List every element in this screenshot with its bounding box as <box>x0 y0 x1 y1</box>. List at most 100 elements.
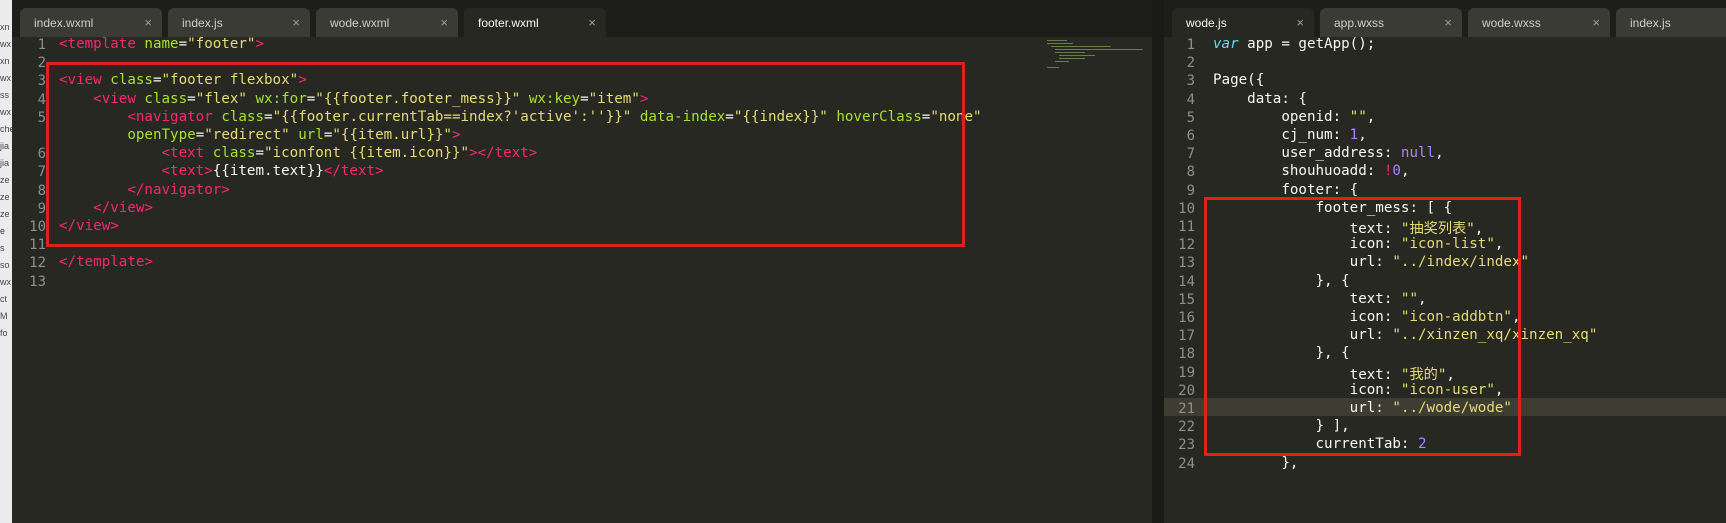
left-editor-pane[interactable]: index.wxml × index.js × wode.wxml × footer.wxm… <box>12 0 1152 523</box>
code-token: user_address: <box>1213 145 1401 162</box>
highlight-box-footer-mess <box>1204 197 1521 456</box>
tab-label: index.wxml <box>34 16 94 30</box>
code-line[interactable]: Page({ <box>1213 72 1264 88</box>
line-number: 4 <box>1186 91 1195 108</box>
code-token: null <box>1400 145 1436 162</box>
code-line[interactable]: }, <box>1213 455 1298 471</box>
line-number: 9 <box>1186 182 1195 199</box>
code-token: name <box>144 36 179 52</box>
code-line[interactable]: var app = getApp(); <box>1213 36 1375 52</box>
line-number: 3 <box>1186 73 1195 90</box>
code-token: </template> <box>59 254 153 271</box>
sidebar-file-fragment[interactable]: ze <box>0 209 10 219</box>
tab-footer-wxml[interactable]: footer.wxml × <box>464 8 606 37</box>
sidebar-file-fragment[interactable]: so <box>0 260 10 270</box>
code-line[interactable]: cj_num: 1, <box>1213 127 1366 143</box>
line-number: 6 <box>1186 128 1195 144</box>
sidebar-file-fragment[interactable]: e <box>0 226 5 236</box>
code-token: var <box>1213 36 1248 52</box>
sidebar-file-fragment[interactable]: jia <box>0 141 9 151</box>
tab-index-js[interactable]: index.js× <box>1616 8 1726 37</box>
line-number: 1 <box>37 37 46 53</box>
line-number: 5 <box>1186 109 1195 126</box>
code-token: openid: <box>1213 108 1350 125</box>
sidebar-file-fragment[interactable]: che <box>0 124 12 134</box>
tab-index-js[interactable]: index.js× <box>168 8 310 37</box>
close-icon[interactable]: × <box>1296 15 1304 30</box>
code-token: footer: { <box>1213 181 1359 198</box>
sidebar-file-fragment[interactable]: s <box>0 243 5 253</box>
sidebar-file-fragment[interactable]: M <box>0 311 8 321</box>
line-number: 13 <box>1178 255 1195 272</box>
code-token: }, <box>1213 454 1299 471</box>
project-sidebar[interactable]: xn wx xn wx ss wx che jia jia ze ze ze es so wx ct Mfo <box>0 0 12 523</box>
close-icon[interactable]: × <box>1444 15 1452 30</box>
sidebar-file-fragment[interactable]: ze <box>0 175 10 185</box>
sidebar-file-fragment[interactable]: wx <box>0 39 11 49</box>
line-number: 8 <box>1186 164 1195 181</box>
line-number: 11 <box>1178 219 1195 235</box>
code-token: cj_num: <box>1213 127 1350 143</box>
sidebar-file-fragment[interactable]: ze <box>0 192 10 202</box>
close-icon[interactable]: × <box>144 15 152 30</box>
line-number: 10 <box>1178 200 1195 217</box>
line-number: 10 <box>29 219 46 235</box>
line-number: 22 <box>1178 419 1195 436</box>
line-number: 23 <box>1178 437 1195 454</box>
line-number: 9 <box>37 200 46 217</box>
code-token: = <box>178 36 188 52</box>
code-line[interactable]: user_address: null, <box>1213 145 1444 162</box>
code-token: , <box>1435 145 1444 162</box>
line-number: 12 <box>29 255 46 272</box>
highlight-box-view-block <box>46 62 965 247</box>
tab-wode-js[interactable]: wode.js × <box>1172 8 1314 37</box>
sidebar-file-fragment[interactable]: jia <box>0 158 9 168</box>
close-icon[interactable]: × <box>440 15 448 30</box>
tab-label: app.wxss <box>1334 16 1385 30</box>
tab-label: footer.wxml <box>478 16 539 30</box>
sidebar-file-fragment[interactable]: ct <box>0 294 7 304</box>
line-number: 2 <box>1186 55 1195 72</box>
tab-label: index.js <box>1630 16 1671 30</box>
line-number: 11 <box>29 237 46 254</box>
close-icon[interactable]: × <box>588 15 596 30</box>
tab-wode-wxml[interactable]: wode.wxml × <box>316 8 458 37</box>
tab-app-wxss[interactable]: app.wxss × <box>1320 8 1462 37</box>
sidebar-file-fragment[interactable]: fo <box>0 328 8 338</box>
close-icon[interactable]: × <box>1592 15 1600 30</box>
code-token: , <box>1366 108 1376 125</box>
line-number: 14 <box>1178 273 1195 290</box>
sidebar-file-fragment[interactable]: xn <box>0 56 10 66</box>
sidebar-file-fragment[interactable]: wx <box>0 107 11 117</box>
right-editor-pane[interactable]: wode.js × app.wxss × wode.wxss × index.js× 1 va… <box>1164 0 1726 523</box>
code-token: data: { <box>1213 90 1307 107</box>
sidebar-file-fragment[interactable]: xn <box>0 22 10 32</box>
sidebar-file-fragment[interactable]: wx <box>0 73 11 83</box>
line-number: 16 <box>1178 310 1195 326</box>
code-line[interactable]: openid: "", <box>1213 109 1375 125</box>
code-token: Page({ <box>1213 72 1265 89</box>
code-token: 0 <box>1392 163 1401 180</box>
tab-index-wxml[interactable]: index.wxml × <box>20 8 162 37</box>
code-line[interactable]: shouhuoadd: !0, <box>1213 163 1409 179</box>
sidebar-file-fragment[interactable]: wx <box>0 277 11 287</box>
line-number: 7 <box>37 164 46 181</box>
code-token: shouhuoadd: <box>1213 163 1384 180</box>
code-line[interactable]: <template name="footer"> <box>59 36 264 52</box>
code-token: app = <box>1247 36 1299 52</box>
code-token: "footer" <box>187 36 256 52</box>
sidebar-file-fragment[interactable]: ss <box>0 90 9 100</box>
code-line[interactable]: data: { <box>1213 91 1307 107</box>
tab-wode-wxss[interactable]: wode.wxss × <box>1468 8 1610 37</box>
code-line[interactable]: footer: { <box>1213 182 1358 198</box>
line-number: 15 <box>1178 291 1195 308</box>
line-number: 17 <box>1178 328 1195 345</box>
close-icon[interactable]: × <box>292 15 300 30</box>
code-token: > <box>255 36 265 52</box>
line-number: 18 <box>1178 346 1195 363</box>
code-token: , <box>1400 163 1410 180</box>
code-token: "" <box>1349 108 1367 125</box>
minimap[interactable] <box>1047 40 1143 70</box>
code-line[interactable]: </template> <box>59 254 153 270</box>
pane-divider[interactable] <box>1152 0 1164 523</box>
